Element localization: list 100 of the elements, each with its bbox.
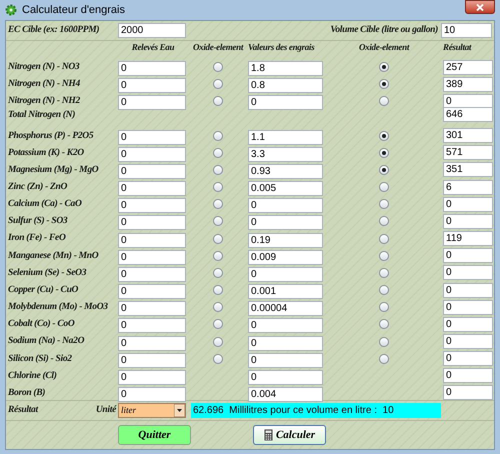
fertilizer-field[interactable]: 0.00004 bbox=[248, 301, 323, 316]
radio-button[interactable] bbox=[213, 79, 223, 90]
radio-button[interactable] bbox=[213, 268, 223, 278]
quit-button[interactable]: Quitter bbox=[118, 425, 191, 445]
fertilizer-field[interactable]: 0 bbox=[248, 198, 323, 214]
result-field[interactable]: 0 bbox=[443, 334, 493, 349]
result-field[interactable]: 0 bbox=[443, 351, 493, 366]
fertilizer-field[interactable]: 0.004 bbox=[248, 386, 323, 402]
radio-button[interactable] bbox=[213, 302, 223, 312]
radio-button[interactable] bbox=[213, 250, 223, 261]
water-field[interactable]: 0 bbox=[118, 198, 186, 214]
fertilizer-field[interactable]: 0.93 bbox=[248, 164, 323, 179]
result-field[interactable]: 0 bbox=[443, 368, 493, 384]
radio-button[interactable] bbox=[379, 354, 389, 364]
fertilizer-field[interactable]: 0 bbox=[248, 336, 323, 350]
result-field[interactable]: 0 bbox=[443, 316, 493, 332]
result-field[interactable]: 0 bbox=[443, 385, 493, 400]
radio-button[interactable] bbox=[213, 285, 223, 296]
result-field[interactable]: 389 bbox=[443, 76, 493, 92]
water-field[interactable]: 0 bbox=[118, 352, 186, 368]
fertilizer-field[interactable]: 0.009 bbox=[248, 250, 323, 265]
result-field[interactable]: 257 bbox=[443, 60, 493, 74]
result-field[interactable]: 351 bbox=[443, 162, 493, 178]
radio-button[interactable] bbox=[379, 336, 389, 346]
fertilizer-field[interactable]: 0 bbox=[248, 318, 323, 334]
water-field[interactable]: 0 bbox=[118, 181, 186, 196]
result-field[interactable]: 0 bbox=[443, 282, 493, 298]
column-header: Oxide-element bbox=[358, 41, 410, 54]
result-field[interactable]: 0 bbox=[443, 94, 493, 109]
fertilizer-field[interactable]: 3.3 bbox=[248, 146, 323, 162]
water-field[interactable]: 0 bbox=[118, 266, 186, 282]
ec-field[interactable]: 2000 bbox=[118, 23, 186, 38]
water-field[interactable]: 0 bbox=[118, 232, 186, 248]
water-field[interactable]: 0 bbox=[118, 284, 186, 300]
fertilizer-field[interactable]: 0.001 bbox=[248, 284, 323, 300]
radio-button[interactable] bbox=[213, 164, 223, 175]
fertilizer-field[interactable]: 1.8 bbox=[248, 61, 323, 76]
result-field[interactable]: 0 bbox=[443, 248, 493, 264]
radio-button[interactable] bbox=[213, 130, 223, 141]
radio-button[interactable] bbox=[213, 354, 223, 364]
radio-button[interactable] bbox=[379, 216, 389, 226]
volume-field[interactable]: 10 bbox=[441, 23, 492, 38]
result-field[interactable]: 119 bbox=[443, 231, 493, 246]
close-button[interactable] bbox=[465, 0, 495, 14]
fertilizer-field[interactable]: 1.1 bbox=[248, 130, 323, 145]
water-field[interactable]: 0 bbox=[118, 215, 186, 230]
radio-button[interactable] bbox=[379, 250, 389, 261]
radio-button[interactable] bbox=[379, 62, 389, 72]
radio-button[interactable] bbox=[213, 62, 223, 72]
fertilizer-field[interactable]: 0 bbox=[248, 95, 323, 110]
radio-button[interactable] bbox=[213, 96, 223, 106]
calculate-button[interactable]: Calculer bbox=[253, 425, 326, 445]
water-field[interactable]: 0 bbox=[118, 336, 186, 350]
radio-button[interactable] bbox=[379, 199, 389, 210]
result-field[interactable]: 0 bbox=[443, 214, 493, 229]
water-field[interactable]: 0 bbox=[118, 146, 186, 162]
result-field[interactable]: 301 bbox=[443, 128, 493, 144]
water-field[interactable]: 0 bbox=[118, 318, 186, 334]
radio-button[interactable] bbox=[379, 302, 389, 312]
water-field[interactable]: 0 bbox=[118, 164, 186, 179]
radio-button[interactable] bbox=[213, 319, 223, 330]
fertilizer-field[interactable]: 0 bbox=[248, 370, 323, 385]
radio-button[interactable] bbox=[379, 164, 389, 175]
radio-button[interactable] bbox=[213, 234, 223, 244]
fertilizer-field[interactable]: 0.005 bbox=[248, 181, 323, 196]
water-field[interactable]: 0 bbox=[118, 386, 186, 402]
result-field[interactable]: 6 bbox=[443, 180, 493, 195]
radio-button[interactable] bbox=[379, 182, 389, 192]
fertilizer-field[interactable]: 0.19 bbox=[248, 232, 323, 248]
result-field[interactable]: 0 bbox=[443, 300, 493, 315]
radio-button[interactable] bbox=[379, 319, 389, 330]
radio-button[interactable] bbox=[213, 199, 223, 210]
radio-button[interactable] bbox=[379, 285, 389, 296]
radio-button[interactable] bbox=[213, 148, 223, 158]
radio-button[interactable] bbox=[379, 148, 389, 158]
water-field[interactable]: 0 bbox=[118, 130, 186, 145]
result-field[interactable]: 0 bbox=[443, 265, 493, 280]
radio-button[interactable] bbox=[213, 216, 223, 226]
fertilizer-field[interactable]: 0 bbox=[248, 352, 323, 368]
water-field[interactable]: 0 bbox=[118, 370, 186, 385]
radio-button[interactable] bbox=[213, 182, 223, 192]
fertilizer-field[interactable]: 0.8 bbox=[248, 78, 323, 94]
water-field[interactable]: 0 bbox=[118, 250, 186, 265]
result-field[interactable]: 646 bbox=[443, 107, 493, 122]
unit-dropdown[interactable]: liter bbox=[118, 403, 186, 418]
radio-button[interactable] bbox=[379, 79, 389, 90]
water-field[interactable]: 0 bbox=[118, 301, 186, 316]
radio-button[interactable] bbox=[379, 130, 389, 141]
result-field[interactable]: 571 bbox=[443, 145, 493, 160]
radio-button[interactable] bbox=[379, 96, 389, 106]
radio-button[interactable] bbox=[213, 336, 223, 346]
result-field[interactable]: 0 bbox=[443, 196, 493, 212]
fertilizer-field[interactable]: 0 bbox=[248, 266, 323, 282]
radio-button[interactable] bbox=[379, 268, 389, 278]
water-field[interactable]: 0 bbox=[118, 78, 186, 94]
radio-button[interactable] bbox=[379, 234, 389, 244]
water-field[interactable]: 0 bbox=[118, 95, 186, 110]
fertilizer-field[interactable]: 0 bbox=[248, 215, 323, 230]
water-field[interactable]: 0 bbox=[118, 61, 186, 76]
result-output: 62.696 Millilitres pour ce volume en litre : 10 bbox=[191, 403, 441, 418]
